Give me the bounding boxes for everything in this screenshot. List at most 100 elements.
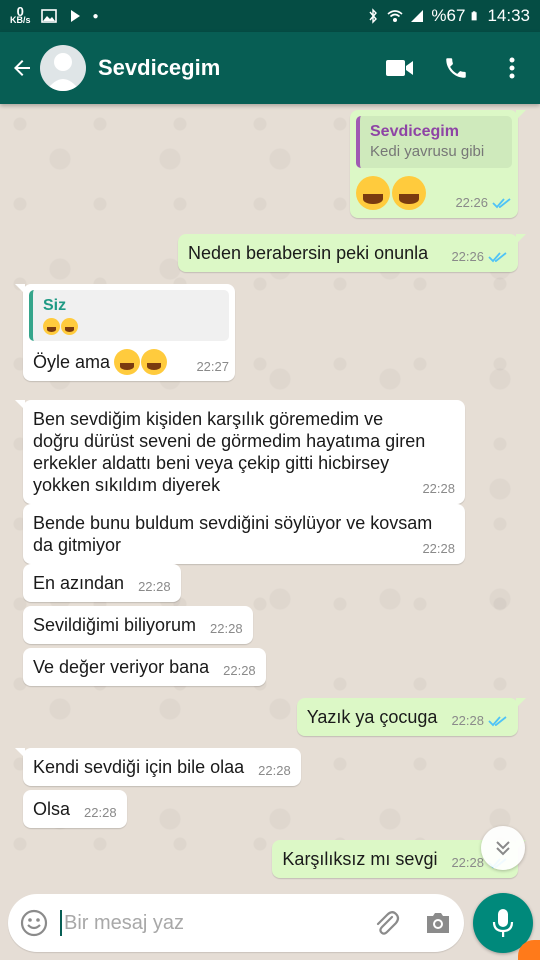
battery-icon (472, 11, 478, 21)
message-time: 22:28 (422, 481, 455, 496)
compose-box (8, 894, 464, 952)
more-options-button[interactable] (484, 32, 540, 104)
clock: 14:33 (487, 6, 530, 25)
message-incoming[interactable]: Siz Öyle ama 22:27 (15, 284, 235, 381)
attach-button[interactable] (360, 894, 412, 952)
message-meta: 22:28 (223, 664, 256, 678)
message-meta: 22:26 (451, 250, 508, 264)
compose-bar (0, 890, 540, 960)
message-text: Neden berabersin peki onunla (188, 243, 429, 263)
contact-avatar[interactable] (40, 45, 86, 91)
message-line: Bende bunu buldum sevdiğini söylüyor ve … (33, 513, 433, 533)
message-text: Olsa (33, 799, 71, 819)
message-meta: 22:28 (422, 482, 455, 496)
phone-icon (446, 58, 466, 78)
message-meta: 22:27 (196, 360, 229, 374)
scroll-to-bottom-button[interactable] (481, 826, 525, 870)
message-emoji (114, 349, 168, 375)
video-call-button[interactable] (372, 32, 428, 104)
tears-of-joy-emoji (141, 349, 168, 375)
message-outgoing[interactable]: Neden berabersin peki onunla 22:26 (178, 234, 526, 272)
emoji-button[interactable] (8, 894, 60, 952)
back-button[interactable] (4, 32, 40, 104)
message-text: Sevildiğimi biliyorum (33, 615, 197, 635)
camera-icon (427, 913, 449, 933)
attach-icon (376, 911, 400, 935)
message-time: 22:26 (455, 195, 488, 210)
contact-name[interactable]: Sevdicegim (98, 55, 372, 81)
message-incoming[interactable]: Ve değer veriyor bana 22:28 (23, 648, 266, 686)
message-text: En azından (33, 573, 125, 593)
message-meta: 22:28 (138, 580, 171, 594)
message-time: 22:27 (196, 359, 229, 374)
message-time: 22:28 (422, 541, 455, 556)
status-bar: 0 KB/s ● %67 14:33 (0, 0, 540, 32)
tears-of-joy-emoji (43, 318, 60, 335)
message-text: Ve değer veriyor bana (33, 657, 210, 677)
message-text: Kendi sevdiği için bile olaa (33, 757, 245, 777)
message-meta: 22:26 (455, 196, 512, 210)
message-list[interactable]: Sevdicegim Kedi yavrusu gibi 22:26 Neden… (0, 104, 540, 890)
message-time: 22:28 (451, 855, 484, 870)
gallery-notification-icon (40, 9, 57, 23)
message-line: doğru dürüst seveni de görmedim hayatıma… (33, 431, 426, 451)
quoted-reply[interactable]: Siz (29, 290, 229, 341)
message-time: 22:28 (451, 713, 484, 728)
tears-of-joy-emoji (61, 318, 78, 335)
quoted-sender: Sevdicegim (370, 123, 459, 140)
camera-button[interactable] (412, 894, 464, 952)
message-input[interactable] (60, 910, 360, 936)
message-incoming[interactable]: Bende bunu buldum sevdiğini söylüyor ve … (23, 504, 465, 564)
message-text: Yazık ya çocuga (306, 707, 438, 727)
battery-percent: %67 (431, 6, 466, 25)
message-line: da gitmiyor (33, 535, 122, 555)
message-time: 22:28 (210, 621, 243, 636)
message-meta: 22:28 (422, 542, 455, 556)
network-speed-unit: KB/s (10, 15, 31, 25)
message-time: 22:28 (223, 663, 256, 678)
quoted-reply[interactable]: Sevdicegim Kedi yavrusu gibi (356, 116, 512, 168)
message-incoming[interactable]: Olsa 22:28 (23, 790, 127, 828)
message-meta: 22:28 (258, 764, 291, 778)
message-line: Ben sevdiğim kişiden karşılık göremedim … (33, 409, 384, 429)
tears-of-joy-emoji (356, 176, 390, 210)
double-tick-icon (488, 716, 507, 727)
message-time: 22:28 (258, 763, 291, 778)
message-line: yokken sıkıldım diyerek (33, 475, 221, 495)
message-emoji (356, 176, 426, 210)
message-meta: 22:28 (451, 714, 508, 728)
wifi-icon (387, 10, 403, 22)
back-arrow-icon (14, 60, 30, 76)
message-line: erkekler aldattı beni veya çekip gitti h… (33, 453, 390, 473)
message-incoming[interactable]: Kendi sevdiği için bile olaa 22:28 (15, 748, 301, 786)
message-time: 22:28 (138, 579, 171, 594)
message-incoming[interactable]: Sevildiğimi biliyorum 22:28 (23, 606, 253, 644)
network-speed: 0 KB/s (10, 5, 31, 25)
message-text: Karşılıksız mı sevgi (282, 849, 438, 869)
signal-icon (411, 10, 424, 22)
message-text: Öyle ama (33, 352, 111, 372)
message-outgoing[interactable]: Sevdicegim Kedi yavrusu gibi 22:26 (350, 110, 526, 218)
voice-call-button[interactable] (428, 32, 484, 104)
message-time: 22:26 (451, 249, 484, 264)
avatar-icon (46, 53, 80, 91)
dot-notification-icon: ● (92, 10, 99, 22)
tears-of-joy-emoji (392, 176, 426, 210)
message-outgoing[interactable]: Yazık ya çocuga 22:28 (296, 698, 527, 736)
more-vert-icon (509, 57, 515, 79)
message-incoming[interactable]: Ben sevdiğim kişiden karşılık göremedim … (15, 400, 465, 504)
quoted-sender: Siz (43, 297, 67, 314)
mic-icon (492, 909, 514, 937)
video-call-icon (386, 60, 413, 76)
message-incoming[interactable]: En azından 22:28 (23, 564, 181, 602)
message-meta: 22:28 (84, 806, 117, 820)
bluetooth-icon (369, 8, 378, 24)
scroll-down-icon (496, 841, 510, 856)
quoted-text: Kedi yavrusu gibi (370, 143, 485, 160)
play-notification-icon (70, 10, 80, 22)
double-tick-icon (488, 252, 507, 263)
message-time: 22:28 (84, 805, 117, 820)
quoted-emoji (43, 318, 219, 335)
message-meta: 22:28 (210, 622, 243, 636)
double-tick-icon (492, 198, 511, 209)
